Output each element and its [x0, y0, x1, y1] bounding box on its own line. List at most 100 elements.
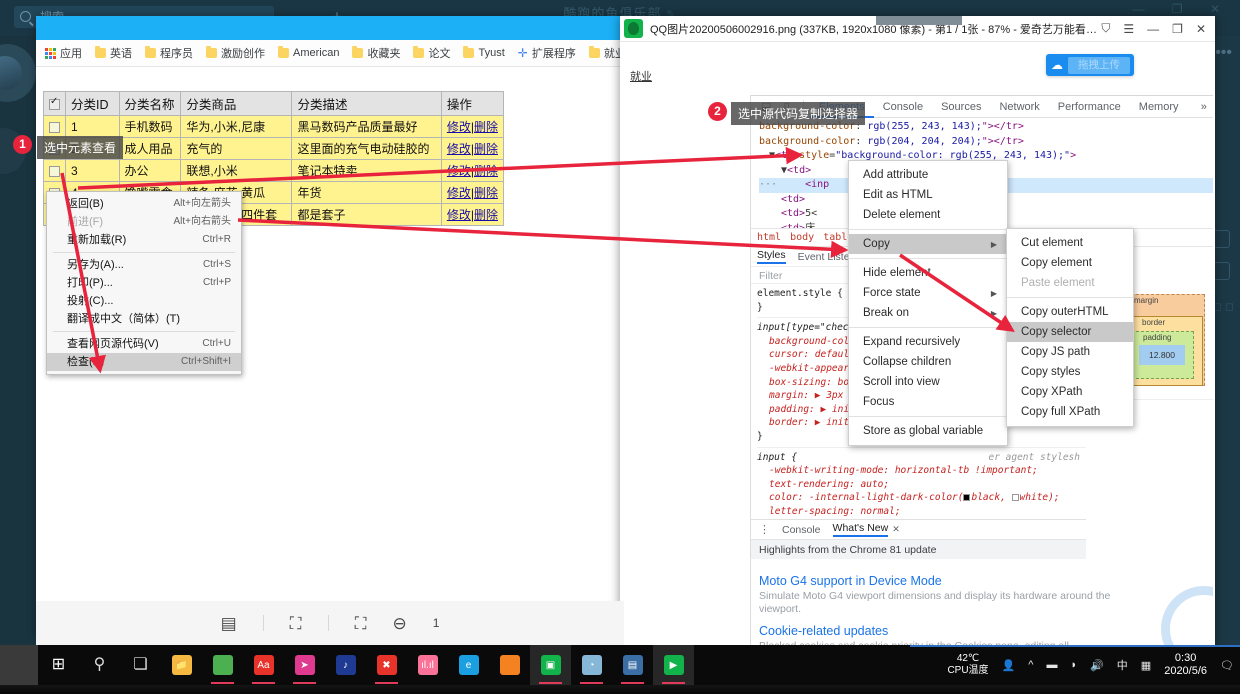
- chrome-bookmarks-bar[interactable]: 应用 英语 程序员 激励创作 American 收藏夹 论文 Tyust ✛ 扩展程序 就业: [36, 40, 624, 67]
- row-select-checkbox[interactable]: [49, 165, 60, 177]
- clock-widget[interactable]: 0:30 2020/5/6: [1164, 652, 1207, 678]
- cpu-temperature-widget[interactable]: 42℃ CPU温度: [947, 653, 988, 677]
- cell-operations[interactable]: 修改|删除: [440, 137, 505, 160]
- taskbar-icons[interactable]: ⊞ ⚲ ❏ 📁 Aa ➤ ♪ ✖ ıl.ıl e ▣ ◔ ▤ ▶: [38, 645, 694, 685]
- devtools-tab-sources[interactable]: Sources: [932, 96, 990, 118]
- bookmark-item-6[interactable]: 论文: [408, 43, 455, 63]
- more-tabs-icon[interactable]: »: [1194, 98, 1213, 116]
- copy-submenu-copy-xpath[interactable]: Copy XPath: [1007, 382, 1133, 402]
- cell-operations[interactable]: 修改|删除: [440, 203, 505, 226]
- copy-submenu-copy-full-xpath[interactable]: Copy full XPath: [1007, 402, 1133, 422]
- fullscreen-icon[interactable]: ⛶: [290, 615, 302, 632]
- whats-new-title[interactable]: Moto G4 support in Device Mode: [759, 574, 1151, 588]
- cell-operations[interactable]: 修改|删除: [440, 181, 505, 204]
- styles-tab-styles[interactable]: Styles: [757, 249, 786, 264]
- file-explorer-icon[interactable]: 📁: [161, 645, 202, 685]
- more-options-icon[interactable]: •••: [1215, 44, 1232, 62]
- element-menu-break-on[interactable]: Break on ▶: [849, 303, 1007, 323]
- context-menu-item-5[interactable]: 打印(P)... Ctrl+P: [47, 274, 241, 292]
- delete-link[interactable]: 删除: [474, 120, 498, 134]
- drawer-menu-icon[interactable]: ⋮: [759, 523, 770, 536]
- element-menu-store-as-global-variable[interactable]: Store as global variable: [849, 421, 1007, 441]
- element-menu-edit-as-html[interactable]: Edit as HTML: [849, 185, 1007, 205]
- bookmark-item-5[interactable]: 收藏夹: [347, 43, 405, 63]
- wechat-dev-icon[interactable]: ▣: [530, 645, 571, 685]
- context-menu-item-4[interactable]: 另存为(A)... Ctrl+S: [47, 256, 241, 274]
- drawer-tab-what-s-new[interactable]: What's New: [833, 522, 889, 537]
- bookmark-item-0[interactable]: 应用: [40, 43, 87, 63]
- copy-submenu-copy-styles[interactable]: Copy styles: [1007, 362, 1133, 382]
- minimize-icon[interactable]: —: [1147, 22, 1159, 36]
- notification-icon[interactable]: 🗨: [1220, 659, 1234, 672]
- edit-link[interactable]: 修改: [447, 142, 471, 156]
- devtools-drawer-tabs[interactable]: ⋮ Console What's New ✕: [751, 519, 1086, 539]
- thumbnail-grid-icon[interactable]: ▤: [221, 615, 237, 632]
- chrome-icon[interactable]: [202, 645, 243, 685]
- delete-link[interactable]: 删除: [474, 164, 498, 178]
- devtools-tab-memory[interactable]: Memory: [1130, 96, 1188, 118]
- context-menu-item-10[interactable]: 检查(N) Ctrl+Shift+I: [47, 353, 241, 371]
- people-icon[interactable]: 👤: [1002, 659, 1016, 672]
- drawer-tab-console[interactable]: Console: [782, 524, 821, 536]
- copy-submenu-copy-selector[interactable]: Copy selector: [1007, 322, 1133, 342]
- context-menu-item-2[interactable]: 重新加载(R) Ctrl+R: [47, 231, 241, 249]
- row-select-checkbox[interactable]: [49, 121, 60, 133]
- battery-icon[interactable]: ▬: [1046, 659, 1057, 671]
- ime-keyboard-icon[interactable]: ▦: [1141, 659, 1151, 672]
- element-menu-scroll-into-view[interactable]: Scroll into view: [849, 372, 1007, 392]
- element-menu-force-state[interactable]: Force state ▶: [849, 283, 1007, 303]
- table-row[interactable]: 1 手机数码 华为,小米,尼康 黑马数码产品质量最好 修改|删除: [43, 115, 505, 138]
- text-editor-icon[interactable]: Aa: [243, 645, 284, 685]
- bookmark-item-2[interactable]: 程序员: [140, 43, 198, 63]
- background-tool-icon-3[interactable]: ◻ ◻: [1213, 300, 1234, 313]
- internet-explorer-icon[interactable]: e: [448, 645, 489, 685]
- windows-taskbar[interactable]: ⊞ ⚲ ❏ 📁 Aa ➤ ♪ ✖ ıl.ıl e ▣ ◔ ▤ ▶ 42℃ CPU温度 👤 ^ ▬ ◗…: [0, 645, 1240, 694]
- background-window-controls[interactable]: — ❐ ✕: [1133, 2, 1232, 16]
- bookmark-item-4[interactable]: American: [273, 45, 344, 61]
- element-menu-delete-element[interactable]: Delete element: [849, 205, 1007, 225]
- maximize-icon[interactable]: ❐: [1172, 22, 1183, 36]
- cursor-tool-icon[interactable]: ➤: [284, 645, 325, 685]
- breadcrumb-html[interactable]: html: [757, 232, 781, 243]
- dom-line[interactable]: background-color: rgb(204, 204, 204);"><…: [759, 135, 1213, 150]
- menu-icon[interactable]: ☰: [1123, 22, 1134, 36]
- context-menu-item-9[interactable]: 查看网页源代码(V) Ctrl+U: [47, 335, 241, 353]
- edit-link[interactable]: 修改: [447, 164, 471, 178]
- task-view-icon[interactable]: ❏: [120, 645, 161, 685]
- table-row[interactable]: 3 办公 联想,小米 笔记本特卖 修改|删除: [43, 159, 505, 182]
- devtools-tab-performance[interactable]: Performance: [1049, 96, 1130, 118]
- element-menu-hide-element[interactable]: Hide element: [849, 263, 1007, 283]
- context-menu-item-7[interactable]: 翻译成中文（简体）(T): [47, 310, 241, 328]
- bilibili-icon[interactable]: ıl.ıl: [407, 645, 448, 685]
- wifi-icon[interactable]: ◗: [1070, 659, 1077, 671]
- devtools-element-context-menu[interactable]: Add attribute Edit as HTML Delete element C…: [848, 160, 1008, 446]
- system-tray[interactable]: 42℃ CPU温度 👤 ^ ▬ ◗ 🔊 中 ▦ 0:30 2020/5/6 🗨: [947, 645, 1240, 685]
- media-player-icon[interactable]: ▶: [653, 645, 694, 685]
- chrome-canary-icon[interactable]: [489, 645, 530, 685]
- cell-operations[interactable]: 修改|删除: [440, 115, 505, 138]
- element-menu-focus[interactable]: Focus: [849, 392, 1007, 412]
- bookmark-item-1[interactable]: 英语: [90, 43, 137, 63]
- context-menu-item-6[interactable]: 投射(C)...: [47, 292, 241, 310]
- element-menu-add-attribute[interactable]: Add attribute: [849, 165, 1007, 185]
- zoom-out-icon[interactable]: ⊖: [392, 615, 406, 632]
- header-select-all[interactable]: [43, 91, 66, 116]
- copy-submenu-copy-js-path[interactable]: Copy JS path: [1007, 342, 1133, 362]
- copy-submenu-copy-element[interactable]: Copy element: [1007, 253, 1133, 273]
- select-all-checkbox[interactable]: [49, 96, 60, 110]
- close-icon[interactable]: ✕: [1196, 22, 1206, 36]
- drag-upload-button[interactable]: ☁ 拖拽上传: [1046, 54, 1134, 76]
- devtools-tab-console[interactable]: Console: [874, 96, 932, 118]
- xmind-icon[interactable]: ✖: [366, 645, 407, 685]
- bookmark-item-7[interactable]: Tyust: [458, 45, 509, 61]
- notes-app-icon[interactable]: ▤: [612, 645, 653, 685]
- bookmark-item-8[interactable]: ✛ 扩展程序: [513, 43, 581, 63]
- volume-icon[interactable]: 🔊: [1090, 659, 1104, 672]
- chrome-tab-strip[interactable]: [36, 16, 624, 40]
- delete-link[interactable]: 删除: [474, 142, 498, 156]
- windows-start-icon[interactable]: ⊞: [38, 645, 79, 685]
- viewer-bottom-toolbar[interactable]: ▤ ⛶ ⛶ ⊖ 1: [36, 601, 624, 645]
- whats-new-title[interactable]: Cookie-related updates: [759, 624, 1151, 638]
- bookmark-icon[interactable]: ⛉: [1101, 21, 1110, 36]
- delete-link[interactable]: 删除: [474, 208, 498, 222]
